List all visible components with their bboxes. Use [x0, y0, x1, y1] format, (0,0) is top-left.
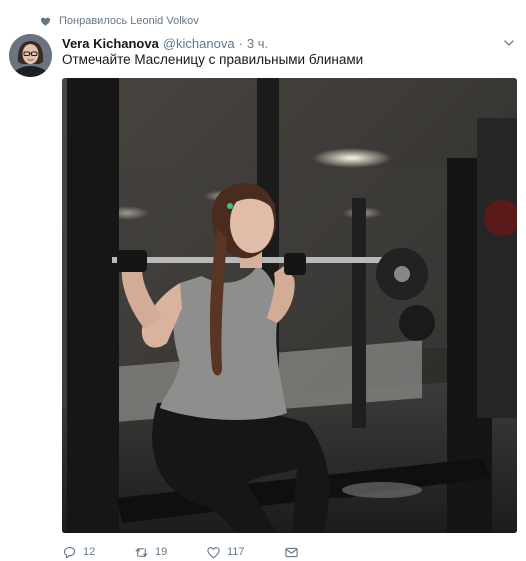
social-context: Понравилось Leonid Volkov — [40, 13, 199, 29]
separator: · — [238, 35, 243, 51]
author-username[interactable]: @kichanova — [163, 36, 235, 51]
reply-count: 12 — [83, 546, 96, 558]
author-display-name[interactable]: Vera Kichanova — [62, 36, 159, 51]
retweet-button[interactable]: 19 — [134, 545, 206, 560]
tweet-photo[interactable] — [62, 78, 517, 533]
tweet-text: Отмечайте Масленицу с правильными блинам… — [62, 52, 364, 67]
retweet-count: 19 — [155, 546, 168, 558]
liked-by-text[interactable]: Понравилось Leonid Volkov — [59, 15, 199, 27]
heart-icon — [207, 546, 220, 558]
avatar[interactable] — [9, 34, 52, 77]
reply-button[interactable]: 12 — [62, 545, 134, 560]
reply-icon — [63, 546, 76, 558]
chevron-down-icon[interactable] — [502, 36, 516, 50]
direct-message-button[interactable] — [284, 545, 305, 560]
retweet-icon — [135, 547, 148, 557]
heart-icon — [40, 17, 51, 26]
tweet-header: Vera Kichanova @kichanova · 3 ч. — [62, 34, 516, 52]
timestamp[interactable]: 3 ч. — [247, 36, 268, 51]
mail-icon — [285, 547, 298, 557]
tweet-actions: 12 19 117 — [62, 543, 305, 561]
like-button[interactable]: 117 — [206, 545, 284, 560]
like-count: 117 — [227, 546, 245, 558]
